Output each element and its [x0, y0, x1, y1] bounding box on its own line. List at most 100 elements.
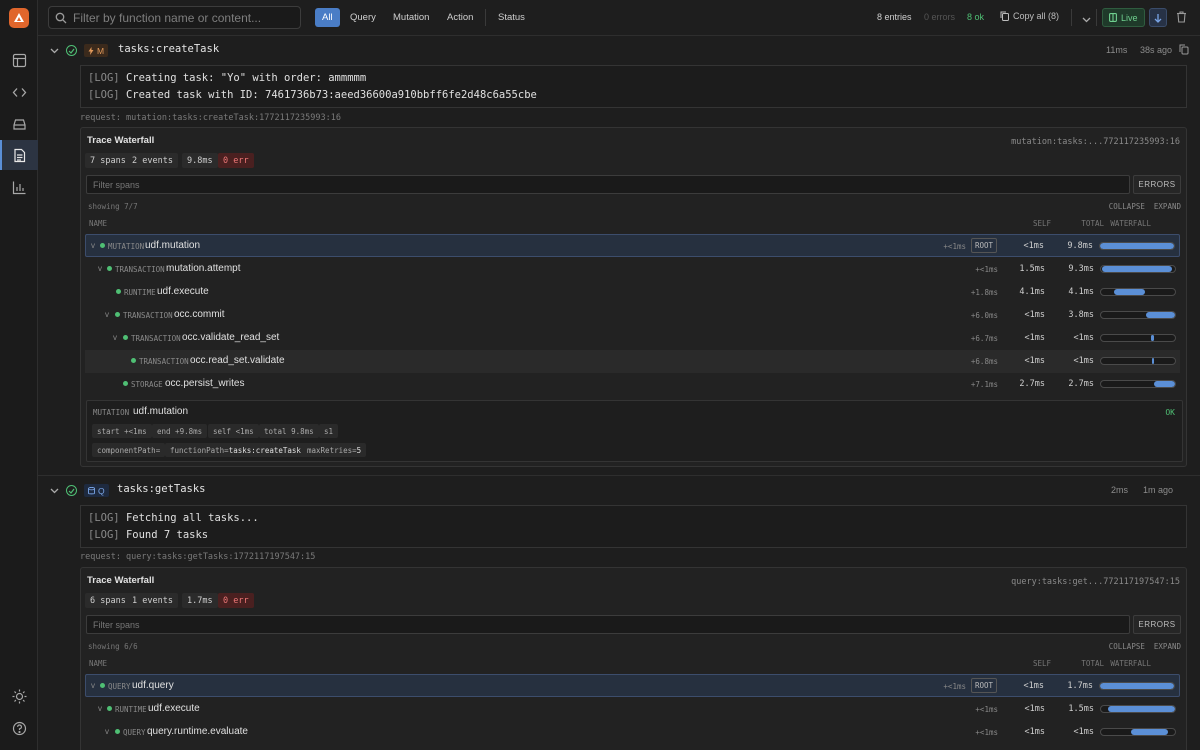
chevron-down-icon[interactable]: v [98, 704, 102, 713]
filter-spans-input[interactable]: Filter spans [86, 175, 1130, 194]
storage-icon[interactable] [0, 109, 38, 139]
entry-divider [38, 475, 1200, 476]
waterfall-track [1099, 242, 1175, 250]
span-detail-panel: MUTATION udf.mutation OK start +<1ms end… [86, 400, 1183, 462]
span-row[interactable]: RUNTIME udf.execute +1.8ms 4.1ms 4.1ms [85, 281, 1180, 304]
mutation-badge: M [84, 44, 109, 57]
duration-chip: 9.8ms [182, 153, 218, 168]
detail-attr-chip: maxRetries= 5 [302, 443, 367, 457]
sun-icon[interactable] [0, 681, 38, 711]
col-header-self: SELF [1032, 659, 1051, 668]
table-icon[interactable] [0, 45, 38, 75]
search-icon [55, 12, 67, 23]
errors-button[interactable]: ERRORS [1133, 615, 1181, 634]
span-total: 4.1ms [1068, 287, 1094, 297]
filter-mutation-button[interactable]: Mutation [386, 8, 436, 27]
filter-action-button[interactable]: Action [440, 8, 480, 27]
span-total: <1ms [1073, 356, 1094, 366]
toolbar-divider [485, 9, 486, 26]
detail-chip: self <1ms [208, 424, 259, 438]
span-name: query.runtime.evaluate [147, 726, 248, 737]
span-kind: QUERY [108, 682, 131, 691]
filter-query-button[interactable]: Query [343, 8, 383, 27]
waterfall-bar [1108, 706, 1175, 712]
expand-button[interactable]: EXPAND [1154, 642, 1181, 651]
filter-status-button[interactable]: Status [491, 8, 532, 27]
log-line: [LOG] Found 7 tasks [88, 527, 1179, 544]
request-id: request: query:tasks:getTasks:1772117197… [80, 552, 316, 562]
errors-button[interactable]: ERRORS [1133, 175, 1181, 194]
trash-icon[interactable] [1176, 11, 1187, 26]
span-kind: MUTATION [108, 242, 145, 251]
copy-all-button[interactable]: Copy all (8) [1000, 11, 1059, 21]
copy-icon[interactable] [1179, 44, 1189, 58]
help-icon[interactable] [0, 713, 38, 743]
span-kind: RUNTIME [124, 288, 156, 297]
span-row[interactable]: v QUERY query.runtime.evaluate +<1ms <1m… [85, 721, 1180, 744]
span-row[interactable]: STORAGE occ.persist_writes +7.1ms 2.7ms … [85, 373, 1180, 396]
log-entry-header[interactable]: M tasks:createTask 11ms 38s ago [38, 37, 1200, 63]
span-row[interactable]: v RUNTIME udf.execute +<1ms <1ms 1.5ms [85, 698, 1180, 721]
span-row[interactable]: v MUTATION udf.mutation +<1ms ROOT <1ms … [85, 234, 1180, 257]
waterfall-track [1100, 357, 1176, 365]
lightning-icon [88, 46, 94, 55]
span-row[interactable]: v TRANSACTION occ.commit +6.0ms <1ms 3.8… [85, 304, 1180, 327]
span-total: 1.7ms [1067, 681, 1093, 691]
toolbar-divider [1071, 9, 1072, 26]
showing-count: showing 6/6 [88, 642, 138, 651]
span-kind: TRANSACTION [115, 265, 165, 274]
status-dot [107, 706, 112, 711]
col-header-name: NAME [89, 659, 108, 668]
waterfall-bar [1114, 289, 1146, 295]
span-name: udf.execute [157, 286, 209, 297]
span-kind: RUNTIME [115, 705, 147, 714]
span-total: 9.8ms [1067, 241, 1093, 251]
log-line: [LOG] Created task with ID: 7461736b73:a… [88, 87, 1179, 104]
chevron-down-icon[interactable] [50, 43, 59, 57]
search-box[interactable] [48, 6, 301, 29]
chevron-down-icon[interactable]: v [105, 310, 109, 319]
chevron-down-icon[interactable] [50, 483, 59, 497]
collapse-button[interactable]: COLLAPSE [1109, 642, 1145, 651]
span-row[interactable]: v TRANSACTION mutation.attempt +<1ms 1.5… [85, 258, 1180, 281]
span-self: <1ms [1023, 681, 1044, 691]
scroll-bottom-button[interactable] [1149, 8, 1167, 27]
span-row[interactable]: v TRANSACTION occ.validate_read_set +6.7… [85, 327, 1180, 350]
chart-icon[interactable] [0, 172, 38, 202]
span-name: mutation.attempt [166, 263, 241, 274]
logs-icon[interactable] [0, 140, 38, 170]
waterfall-track [1100, 311, 1176, 319]
code-icon[interactable] [0, 77, 38, 107]
filter-all-button[interactable]: All [315, 8, 340, 27]
detail-attr-chip: functionPath= tasks:createTask [165, 443, 306, 457]
request-id: request: mutation:tasks:createTask:17721… [80, 113, 341, 123]
span-self: <1ms [1024, 704, 1045, 714]
span-offset: +<1ms [943, 682, 966, 691]
chevron-down-icon[interactable] [1082, 12, 1091, 26]
showing-count: showing 7/7 [88, 202, 138, 211]
chevron-down-icon[interactable]: v [91, 241, 95, 250]
log-entry-header[interactable]: Q tasks:getTasks 2ms 1m ago [38, 477, 1200, 503]
chevron-down-icon[interactable]: v [113, 333, 117, 342]
expand-button[interactable]: EXPAND [1154, 202, 1181, 211]
attr-value: tasks:createTask [228, 445, 301, 455]
filter-spans-input[interactable]: Filter spans [86, 615, 1130, 634]
span-offset: +1.8ms [970, 288, 998, 297]
search-input[interactable] [73, 10, 293, 25]
chevron-down-icon[interactable]: v [105, 727, 109, 736]
collapse-button[interactable]: COLLAPSE [1109, 202, 1145, 211]
live-button[interactable]: Live [1102, 8, 1145, 27]
span-total: <1ms [1073, 333, 1094, 343]
waterfall-track [1100, 380, 1176, 388]
chevron-down-icon[interactable]: v [91, 681, 95, 690]
log-text: Created task with ID: 7461736b73:aeed366… [125, 89, 537, 101]
span-row[interactable]: TRANSACTION occ.read_set.validate +6.8ms… [85, 350, 1180, 373]
chevron-down-icon[interactable]: v [98, 264, 102, 273]
logo-icon[interactable] [9, 8, 29, 28]
span-total: 9.3ms [1068, 264, 1094, 274]
waterfall-bar [1152, 358, 1155, 364]
span-name: occ.validate_read_set [182, 332, 280, 343]
query-badge: Q [84, 484, 109, 497]
span-row[interactable]: v QUERY udf.query +<1ms ROOT <1ms 1.7ms [85, 674, 1180, 697]
events-count-chip: 2 events [127, 153, 178, 168]
